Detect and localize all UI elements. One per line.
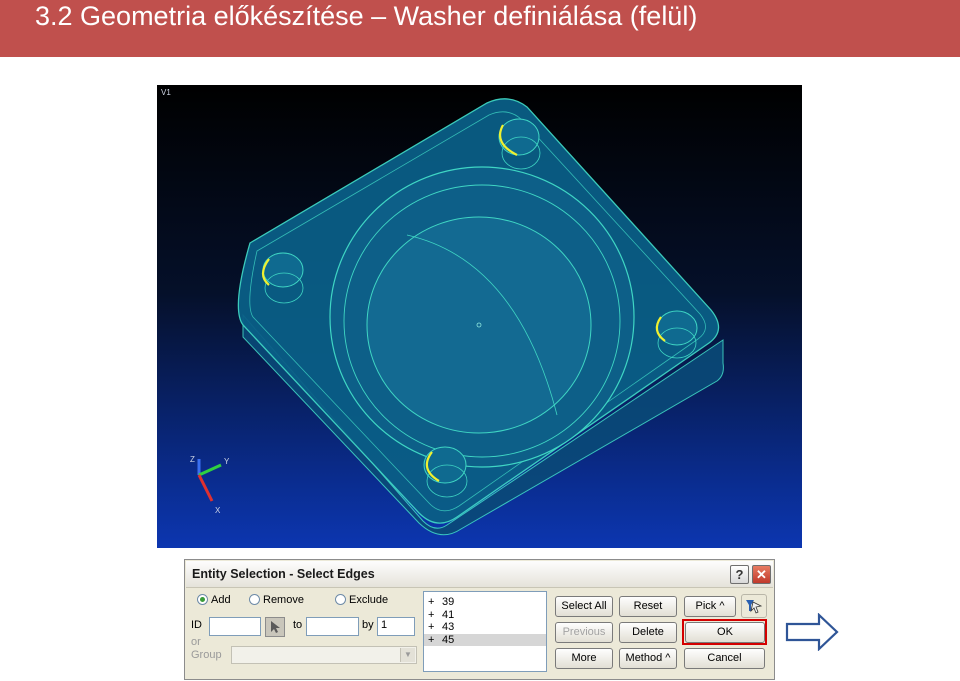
list-item-sign: + — [428, 633, 435, 646]
list-item-sign: + — [428, 621, 435, 633]
method-button[interactable]: Method ^ — [619, 648, 677, 669]
more-button[interactable]: More — [555, 648, 613, 669]
list-item-value: 41 — [442, 608, 455, 621]
pick-entity-button[interactable] — [265, 617, 285, 637]
to-label: to — [293, 619, 303, 631]
entity-selection-dialog: Entity Selection - Select Edges ? ✕ Add … — [184, 559, 775, 680]
radio-remove-label: Remove — [263, 594, 304, 606]
cursor-icon — [271, 621, 280, 633]
close-button[interactable]: ✕ — [752, 565, 771, 584]
to-input[interactable] — [306, 617, 359, 636]
list-item-value: 45 — [442, 633, 455, 646]
or-label: or — [191, 636, 201, 648]
help-button[interactable]: ? — [730, 565, 749, 584]
previous-button[interactable]: Previous — [555, 622, 613, 643]
id-input[interactable] — [209, 617, 261, 636]
selected-entities-list[interactable]: +39 +41 +43 +45 — [423, 591, 547, 672]
list-item-selected[interactable]: +45 — [424, 633, 546, 646]
list-item-sign: + — [428, 596, 435, 608]
id-label: ID — [191, 619, 202, 631]
arrow-right-icon — [785, 613, 839, 651]
chevron-down-icon: ▼ — [400, 648, 415, 662]
dialog-title-bar[interactable]: Entity Selection - Select Edges ? ✕ — [186, 561, 773, 588]
axis-x-label: X — [215, 506, 221, 515]
graphics-viewport[interactable]: V1 Z Y X — [157, 85, 802, 548]
by-input[interactable]: 1 — [377, 617, 415, 636]
part-bore-inner — [366, 216, 592, 434]
pick-button[interactable]: Pick ^ — [684, 596, 736, 617]
list-item-value: 39 — [442, 596, 455, 608]
list-item-value: 43 — [442, 621, 455, 633]
ok-highlight-frame — [682, 619, 767, 645]
select-all-button[interactable]: Select All — [555, 596, 613, 617]
radio-remove[interactable]: Remove — [249, 594, 304, 608]
radio-exclude-label: Exclude — [349, 594, 389, 606]
axis-z-label: Z — [190, 455, 195, 464]
delete-button[interactable]: Delete — [619, 622, 677, 643]
by-label: by — [362, 619, 374, 631]
selection-filter-icon — [746, 600, 763, 614]
filter-toggle-button[interactable] — [741, 594, 767, 618]
dialog-title: Entity Selection - Select Edges — [192, 567, 375, 581]
slide-title-bar: 3.2 Geometria előkészítése – Washer defi… — [0, 0, 960, 57]
group-select[interactable]: ▼ — [231, 646, 417, 664]
reset-button[interactable]: Reset — [619, 596, 677, 617]
radio-add[interactable]: Add — [197, 594, 231, 608]
bolt-hole-left — [262, 252, 304, 288]
list-item-sign: + — [428, 608, 435, 621]
radio-add-dot — [197, 594, 208, 605]
list-item[interactable]: +39 — [424, 596, 546, 609]
radio-add-label: Add — [211, 594, 231, 606]
axis-triad: Z Y X — [190, 455, 230, 515]
axis-y-label: Y — [224, 457, 230, 466]
list-item[interactable]: +41 — [424, 609, 546, 622]
radio-exclude-dot — [335, 594, 346, 605]
part-model[interactable]: Z Y X — [157, 85, 802, 548]
cancel-button[interactable]: Cancel — [684, 648, 765, 669]
group-label: Group — [191, 649, 222, 661]
radio-remove-dot — [249, 594, 260, 605]
list-item[interactable]: +43 — [424, 621, 546, 634]
radio-exclude[interactable]: Exclude — [335, 594, 388, 608]
slide-title: 3.2 Geometria előkészítése – Washer defi… — [35, 1, 698, 31]
